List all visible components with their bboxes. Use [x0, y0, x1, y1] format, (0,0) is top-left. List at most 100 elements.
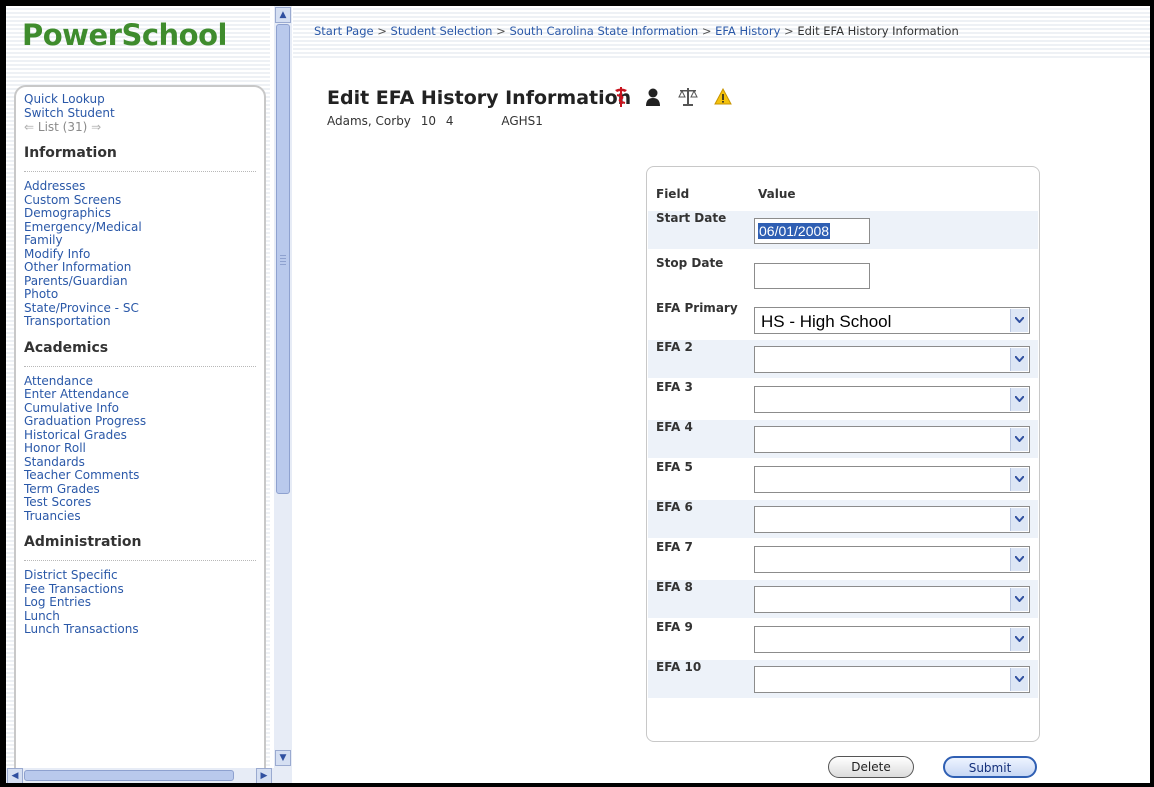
nav-link-attendance[interactable]: Attendance: [24, 374, 264, 389]
previous-student-arrow-icon[interactable]: ⇐: [24, 120, 34, 134]
nav-link-family[interactable]: Family: [24, 233, 264, 248]
efa-5-select[interactable]: [754, 466, 1030, 493]
nav-link-modify-info[interactable]: Modify Info: [24, 247, 264, 262]
efa-7-row: EFA 7: [648, 540, 1038, 578]
breadcrumb-sc-state-information[interactable]: South Carolina State Information: [509, 24, 698, 38]
dropdown-arrow-icon[interactable]: [1010, 668, 1028, 691]
scroll-left-arrow-icon[interactable]: ◀: [7, 768, 23, 783]
efa-6-row: EFA 6: [648, 500, 1038, 538]
delete-button[interactable]: Delete: [828, 756, 914, 778]
section-information-links: Addresses Custom Screens Demographics Em…: [16, 172, 264, 329]
dropdown-arrow-icon[interactable]: [1010, 388, 1028, 411]
student-grade: 10: [420, 114, 437, 128]
efa-history-form: Field Value Start Date 06/01/2008 Stop D…: [646, 166, 1040, 742]
nav-link-lunch[interactable]: Lunch: [24, 609, 264, 624]
form-header-row: Field Value: [648, 179, 1038, 209]
efa-primary-selected-value: HS - High School: [761, 312, 892, 331]
efa-4-label: EFA 4: [656, 420, 693, 434]
breadcrumb-student-selection[interactable]: Student Selection: [391, 24, 493, 38]
value-column-header: Value: [758, 187, 796, 201]
scroll-grip-icon: [280, 255, 286, 265]
nav-link-teacher-comments[interactable]: Teacher Comments: [24, 468, 264, 483]
section-administration-links: District Specific Fee Transactions Log E…: [16, 561, 264, 637]
nav-link-emergency-medical[interactable]: Emergency/Medical: [24, 220, 264, 235]
efa-2-row: EFA 2: [648, 340, 1038, 378]
nav-link-demographics[interactable]: Demographics: [24, 206, 264, 221]
efa-9-select[interactable]: [754, 626, 1030, 653]
nav-link-photo[interactable]: Photo: [24, 287, 264, 302]
nav-link-fee-transactions[interactable]: Fee Transactions: [24, 582, 264, 597]
quick-lookup-link[interactable]: Quick Lookup: [24, 92, 264, 107]
scroll-up-arrow-icon[interactable]: ▲: [275, 7, 291, 23]
dropdown-arrow-icon[interactable]: [1010, 628, 1028, 651]
efa-7-select[interactable]: [754, 546, 1030, 573]
breadcrumb-efa-history[interactable]: EFA History: [715, 24, 780, 38]
nav-link-log-entries[interactable]: Log Entries: [24, 595, 264, 610]
efa-2-label: EFA 2: [656, 340, 693, 354]
efa-6-select[interactable]: [754, 506, 1030, 533]
dropdown-arrow-icon[interactable]: [1010, 508, 1028, 531]
student-list-nav: ⇐ List (31) ⇒: [24, 120, 264, 134]
dropdown-arrow-icon[interactable]: [1010, 468, 1028, 491]
nav-link-parents-guardian[interactable]: Parents/Guardian: [24, 274, 264, 289]
field-column-header: Field: [656, 187, 690, 201]
nav-link-honor-roll[interactable]: Honor Roll: [24, 441, 264, 456]
nav-link-standards[interactable]: Standards: [24, 455, 264, 470]
efa-8-label: EFA 8: [656, 580, 693, 594]
switch-student-link[interactable]: Switch Student: [24, 106, 264, 121]
efa-10-select[interactable]: [754, 666, 1030, 693]
dropdown-arrow-icon[interactable]: [1010, 428, 1028, 451]
efa-3-select[interactable]: [754, 386, 1030, 413]
student-list-label[interactable]: List (31): [38, 120, 87, 134]
efa-4-row: EFA 4: [648, 420, 1038, 458]
nav-link-transportation[interactable]: Transportation: [24, 314, 264, 329]
dropdown-arrow-icon[interactable]: [1010, 348, 1028, 371]
nav-link-cumulative-info[interactable]: Cumulative Info: [24, 401, 264, 416]
dropdown-arrow-icon[interactable]: [1010, 309, 1028, 332]
dropdown-arrow-icon[interactable]: [1010, 548, 1028, 571]
efa-4-select[interactable]: [754, 426, 1030, 453]
medical-alert-icon[interactable]: [613, 86, 629, 112]
nav-link-addresses[interactable]: Addresses: [24, 179, 264, 194]
dropdown-arrow-icon[interactable]: [1010, 588, 1028, 611]
submit-button[interactable]: Submit: [943, 756, 1037, 778]
start-date-row: Start Date 06/01/2008: [648, 211, 1038, 249]
legal-icon[interactable]: [677, 87, 699, 111]
nav-link-graduation-progress[interactable]: Graduation Progress: [24, 414, 264, 429]
efa-8-select[interactable]: [754, 586, 1030, 613]
nav-link-custom-screens[interactable]: Custom Screens: [24, 193, 264, 208]
student-name: Adams, Corby: [327, 114, 411, 128]
section-title-information: Information: [24, 145, 256, 172]
student-school: AGHS1: [501, 114, 543, 128]
guardian-icon[interactable]: [644, 87, 662, 111]
quick-links: Quick Lookup Switch Student ⇐ List (31) …: [16, 87, 264, 134]
vertical-scroll-thumb[interactable]: [276, 24, 290, 494]
browser-frame: PowerSchool Quick Lookup Switch Student …: [6, 6, 1150, 783]
efa-2-select[interactable]: [754, 346, 1030, 373]
warning-icon[interactable]: [714, 87, 733, 110]
left-frame-horizontal-scrollbar[interactable]: ◀ ▶: [6, 768, 274, 783]
horizontal-scroll-thumb[interactable]: [24, 770, 234, 781]
breadcrumb-separator: >: [496, 24, 506, 38]
efa-5-row: EFA 5: [648, 460, 1038, 498]
nav-link-truancies[interactable]: Truancies: [24, 509, 264, 524]
start-date-input[interactable]: 06/01/2008: [754, 218, 870, 244]
left-frame-vertical-scrollbar[interactable]: ▲ ▼: [274, 6, 292, 783]
student-track: 4: [445, 114, 454, 128]
nav-link-historical-grades[interactable]: Historical Grades: [24, 428, 264, 443]
nav-link-term-grades[interactable]: Term Grades: [24, 482, 264, 497]
stop-date-input[interactable]: [754, 263, 870, 289]
nav-link-enter-attendance[interactable]: Enter Attendance: [24, 387, 264, 402]
nav-link-other-information[interactable]: Other Information: [24, 260, 264, 275]
scroll-down-arrow-icon[interactable]: ▼: [275, 750, 291, 766]
next-student-arrow-icon[interactable]: ⇒: [91, 120, 101, 134]
breadcrumb-start-page[interactable]: Start Page: [314, 24, 374, 38]
nav-link-lunch-transactions[interactable]: Lunch Transactions: [24, 622, 264, 637]
nav-link-test-scores[interactable]: Test Scores: [24, 495, 264, 510]
nav-link-state-province[interactable]: State/Province - SC: [24, 301, 264, 316]
breadcrumb-bar: Start Page > Student Selection > South C…: [293, 6, 1150, 58]
efa-primary-select[interactable]: HS - High School: [754, 307, 1030, 334]
scroll-right-arrow-icon[interactable]: ▶: [256, 768, 272, 783]
student-alert-icons: [613, 86, 742, 110]
nav-link-district-specific[interactable]: District Specific: [24, 568, 264, 583]
